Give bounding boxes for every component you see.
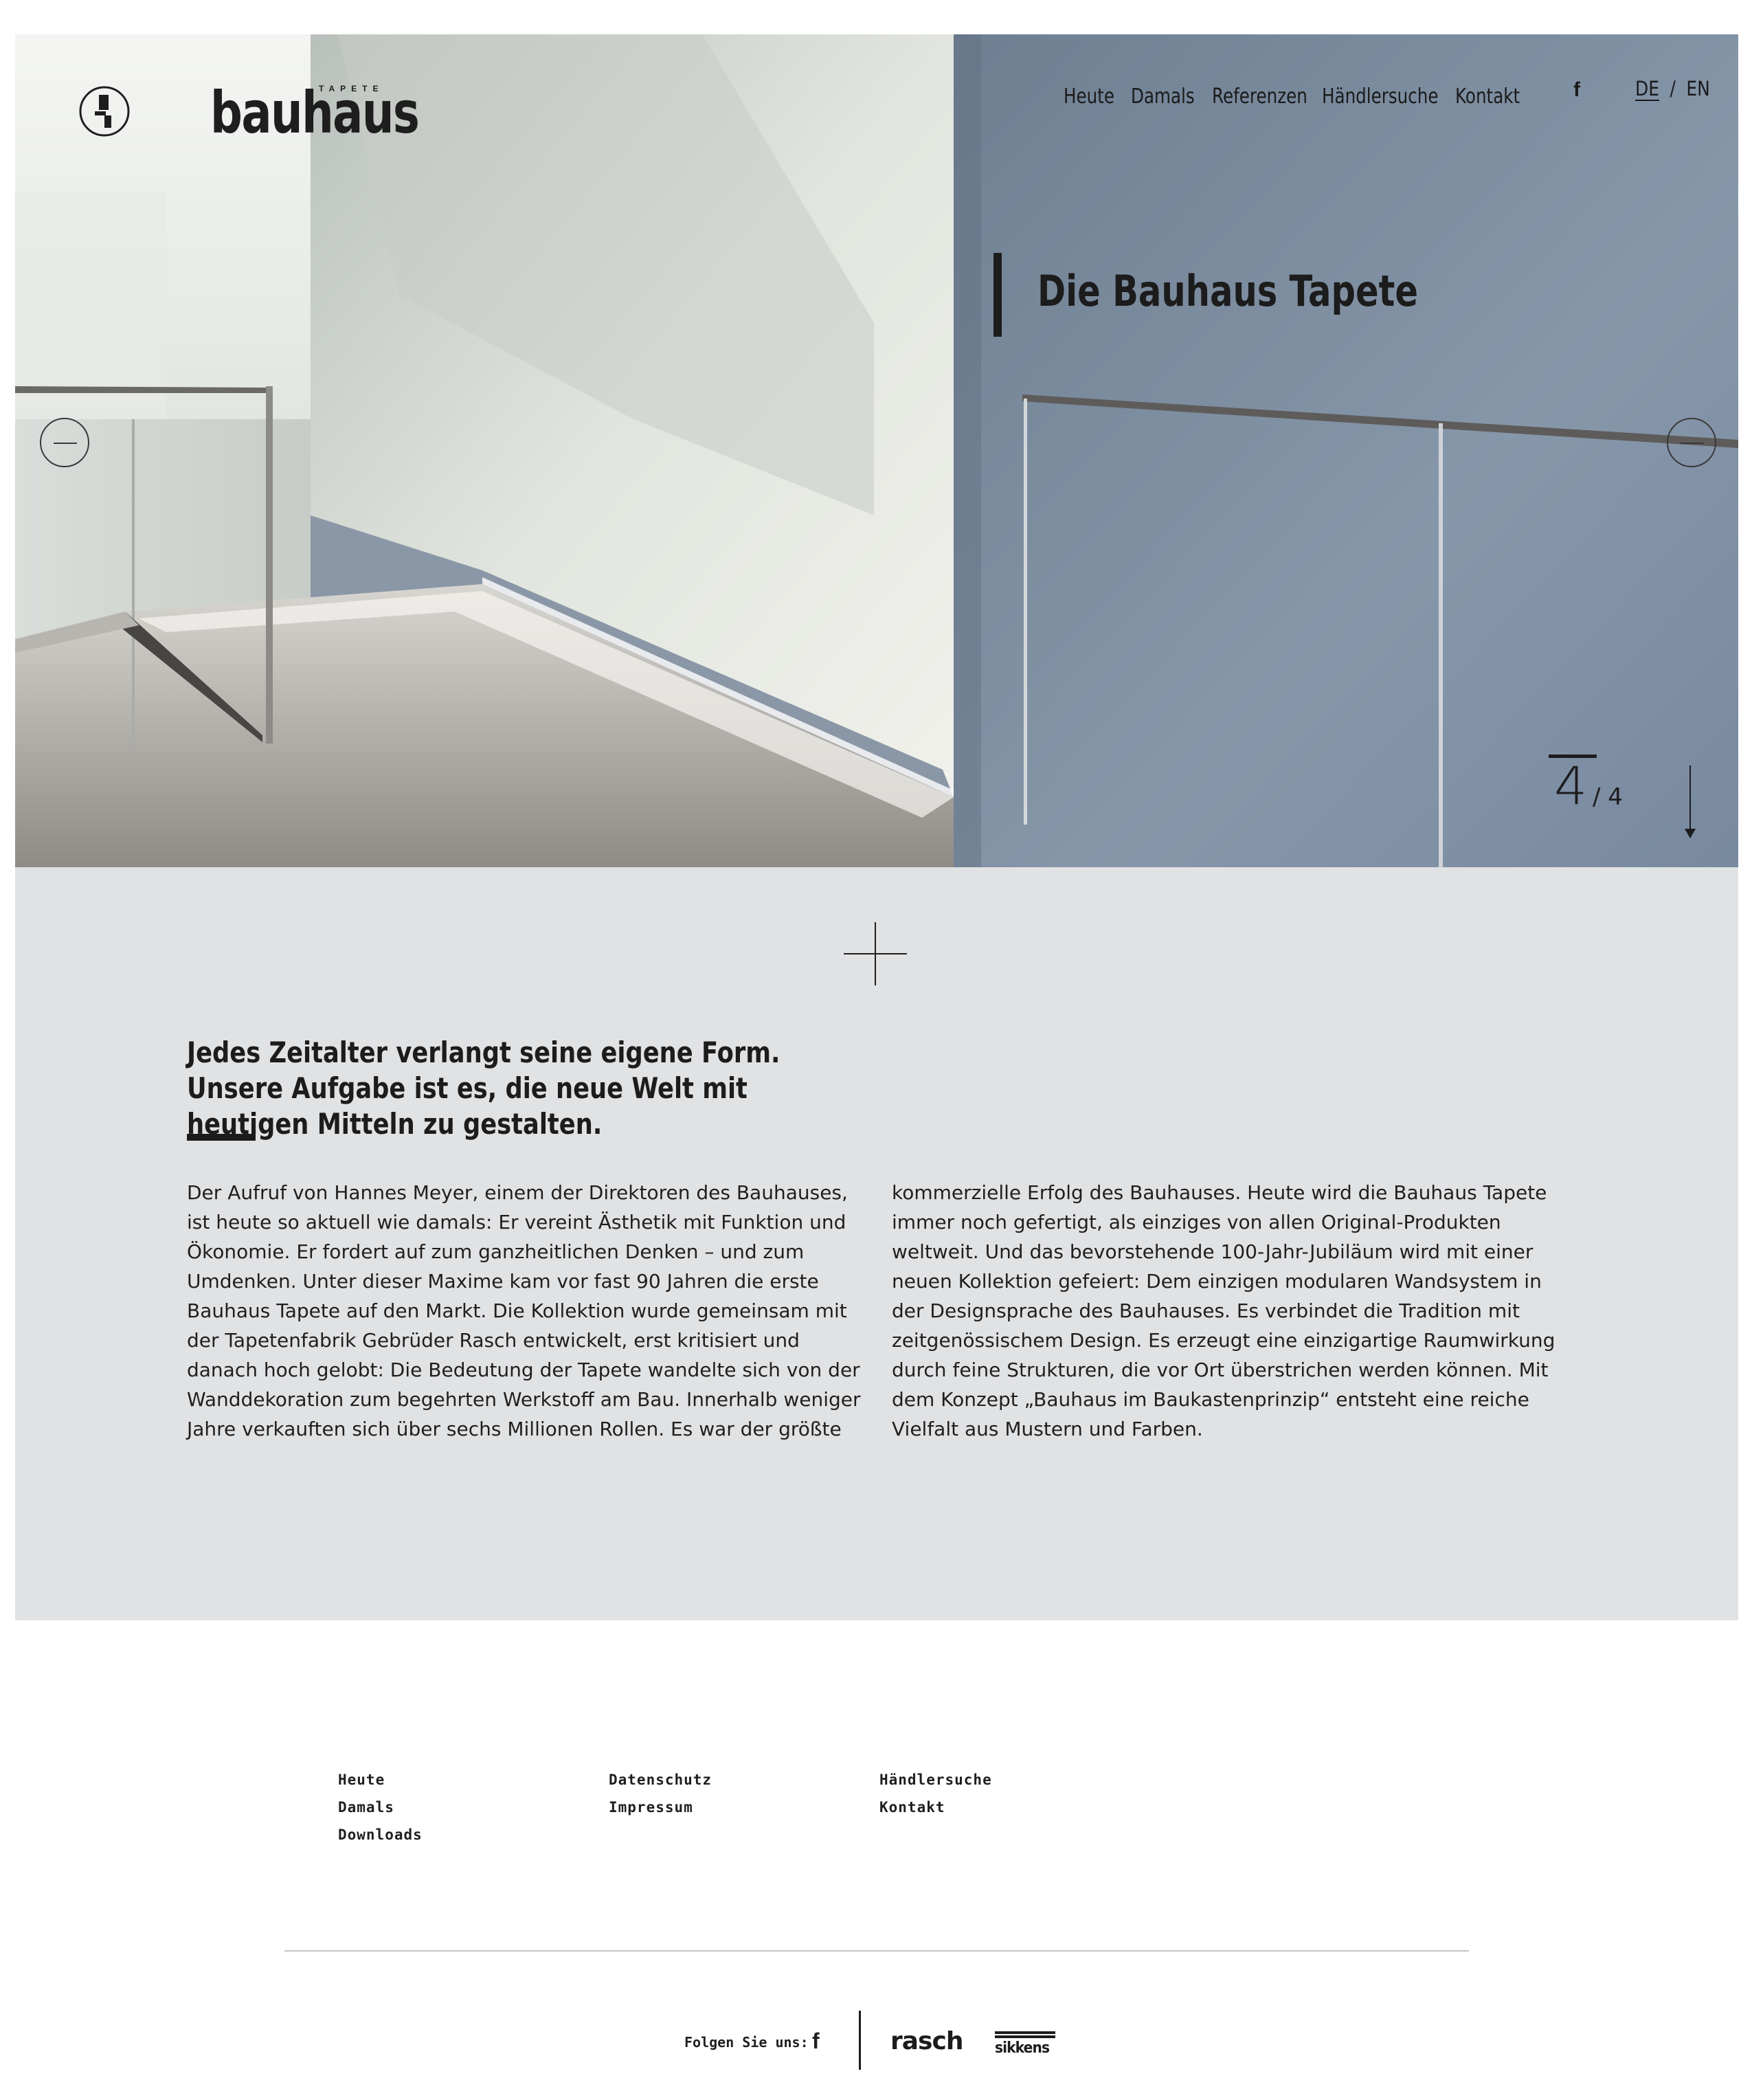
footer-nav-col-3: Händlersuche Kontakt (879, 1766, 992, 1821)
lang-de[interactable]: DE (1635, 77, 1659, 100)
headline-accent-bar (187, 1134, 256, 1141)
hero-image (15, 34, 1738, 867)
intro-section: Jedes Zeitalter verlangt seine eigene Fo… (15, 867, 1738, 1620)
intro-text-right: kommerzielle Erfolg des Bauhauses. Heute… (892, 1181, 1556, 1440)
arrow-left-icon[interactable] (40, 418, 89, 467)
footer-nav-col-1: Heute Damals Downloads (338, 1766, 423, 1848)
arrow-down-icon[interactable] (1682, 766, 1698, 838)
footer-link-impressum[interactable]: Impressum (609, 1794, 712, 1821)
nav-kontakt[interactable]: Kontakt (1455, 85, 1520, 109)
footer-divider (284, 1950, 1469, 1952)
intro-text-left: Der Aufruf von Hannes Meyer, einem der D… (187, 1181, 861, 1440)
arrow-right-icon[interactable] (1667, 418, 1716, 467)
footer-link-damals[interactable]: Damals (338, 1794, 423, 1821)
footer-link-heute[interactable]: Heute (338, 1766, 423, 1794)
title-accent-bar (993, 253, 1002, 337)
lang-en[interactable]: EN (1686, 77, 1709, 100)
nav-heute[interactable]: Heute (1064, 85, 1114, 109)
language-switch: DE / EN (1635, 77, 1710, 100)
nav-referenzen[interactable]: Referenzen (1212, 85, 1307, 109)
bauhaus-logo[interactable]: bauhaus TAPETE (63, 77, 420, 153)
hero-slider: bauhaus TAPETE Heute Damals Referenzen H… (15, 34, 1738, 867)
slide-counter-current: 4 (1554, 755, 1588, 816)
intro-headline: Jedes Zeitalter verlangt seine eigene Fo… (187, 1036, 780, 1141)
facebook-icon[interactable]: f (1573, 78, 1580, 102)
footer-link-kontakt[interactable]: Kontakt (879, 1794, 992, 1821)
bauhaus-face-icon (79, 86, 130, 137)
footer-link-datenschutz[interactable]: Datenschutz (609, 1766, 712, 1794)
footer-link-downloads[interactable]: Downloads (338, 1821, 423, 1848)
plus-icon (844, 922, 907, 985)
footer-link-haendlersuche[interactable]: Händlersuche (879, 1766, 992, 1794)
slide-counter-total: / 4 (1593, 783, 1623, 811)
slide-title: Die Bauhaus Tapete (1037, 266, 1418, 316)
logo-subtitle: TAPETE (319, 84, 384, 93)
logo-wordmark: bauhaus (210, 79, 420, 146)
sikkens-wordmark: sikkens (995, 2040, 1050, 2057)
main-nav: Heute Damals Referenzen Händlersuche Kon… (1064, 77, 1543, 115)
footer-vertical-divider (859, 2011, 861, 2070)
footer-nav-col-2: Datenschutz Impressum (609, 1766, 712, 1821)
nav-haendlersuche[interactable]: Händlersuche (1322, 85, 1439, 109)
facebook-icon[interactable]: f (812, 2029, 820, 2054)
lang-separator: / (1670, 77, 1676, 100)
rasch-logo[interactable]: rasch (890, 2027, 963, 2055)
nav-damals[interactable]: Damals (1131, 85, 1195, 109)
sikkens-logo[interactable]: sikkens (995, 2031, 1057, 2059)
follow-label: Folgen Sie uns: (684, 2034, 809, 2051)
